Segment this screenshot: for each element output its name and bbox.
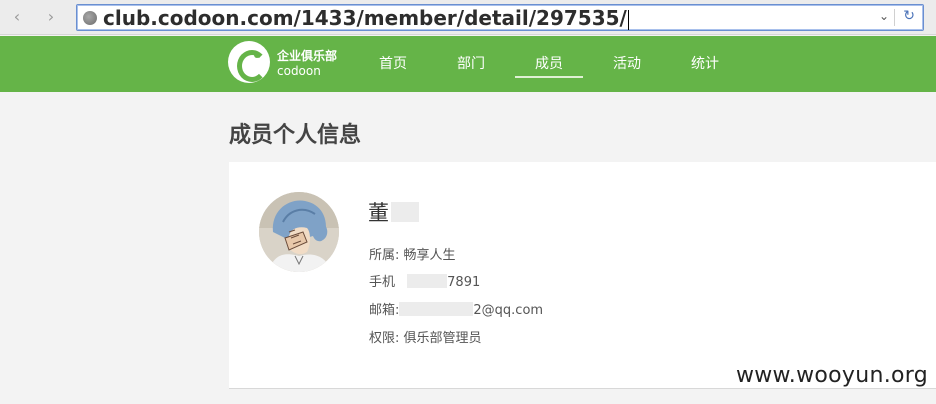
member-name-text: 董 xyxy=(368,201,389,225)
logo-subtitle[interactable]: codoon xyxy=(277,64,321,78)
role-row: 权限: 俱乐部管理员 xyxy=(369,327,482,346)
address-separator xyxy=(894,9,895,26)
globe-icon xyxy=(83,11,97,25)
address-bar[interactable]: club.codoon.com/1433/member/detail/29753… xyxy=(76,4,924,31)
nav-members[interactable]: 成员 xyxy=(535,53,563,73)
phone-value: 7891 xyxy=(447,275,481,290)
member-name: 董 xyxy=(368,197,419,227)
nav-active-indicator xyxy=(515,76,583,78)
phone-row: 手机 7891 xyxy=(369,271,480,290)
nav-statistics[interactable]: 统计 xyxy=(691,53,719,73)
redacted-block xyxy=(399,302,474,316)
nav-home[interactable]: 首页 xyxy=(379,53,407,73)
url-text[interactable]: club.codoon.com/1433/member/detail/29753… xyxy=(103,6,629,30)
nav-activities[interactable]: 活动 xyxy=(613,53,641,73)
role-value: 俱乐部管理员 xyxy=(403,331,482,346)
reload-icon[interactable]: ↻ xyxy=(903,8,915,24)
forward-icon[interactable]: › xyxy=(40,6,62,28)
back-icon[interactable]: ‹ xyxy=(6,6,28,28)
nav-departments[interactable]: 部门 xyxy=(457,53,485,73)
affiliation-row: 所属: 畅享人生 xyxy=(369,244,456,263)
role-label: 权限: xyxy=(369,331,400,346)
affiliation-value: 畅享人生 xyxy=(403,248,456,263)
text-cursor xyxy=(627,9,629,30)
member-info-card: 董 所属: 畅享人生 手机 7891 邮箱: 2@qq.com 权限: 俱乐部管理… xyxy=(229,162,936,389)
redacted-block xyxy=(407,274,448,288)
avatar xyxy=(259,192,339,272)
redacted-block xyxy=(391,202,419,222)
watermark: www.wooyun.org xyxy=(735,363,928,388)
email-label: 邮箱: xyxy=(369,303,400,318)
browser-toolbar: ‹ › club.codoon.com/1433/member/detail/2… xyxy=(0,0,936,35)
chevron-down-icon[interactable]: ⌄ xyxy=(879,9,889,23)
page-title: 成员个人信息 xyxy=(229,123,362,148)
codoon-logo-icon[interactable] xyxy=(228,41,270,83)
email-row: 邮箱: 2@qq.com xyxy=(369,299,543,318)
logo-title[interactable]: 企业俱乐部 xyxy=(277,47,337,64)
site-header: 企业俱乐部 codoon 首页 部门 成员 活动 统计 xyxy=(0,36,936,92)
phone-label: 手机 xyxy=(369,275,396,290)
affiliation-label: 所属: xyxy=(369,248,400,263)
email-value: 2@qq.com xyxy=(473,303,544,318)
avatar-image xyxy=(259,192,339,272)
